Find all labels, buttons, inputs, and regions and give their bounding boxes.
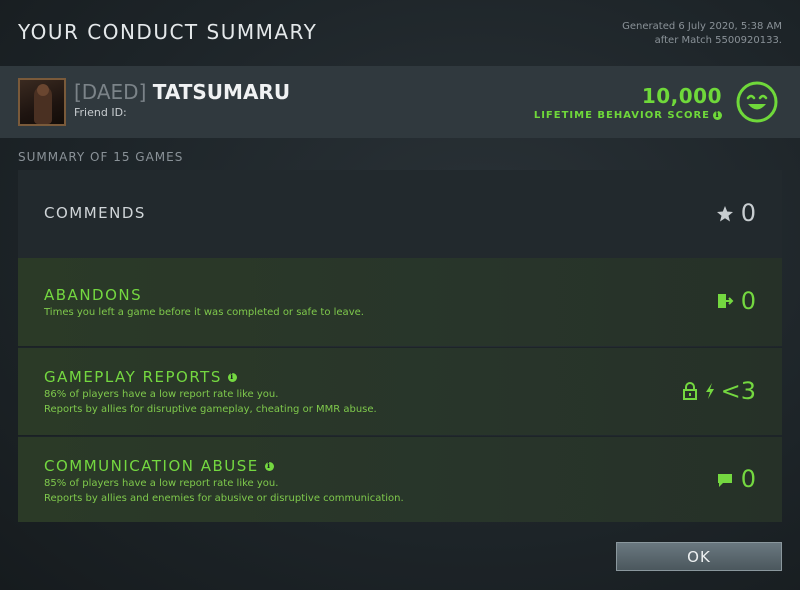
abandons-card: ABANDONS Times you left a game before it… xyxy=(18,258,782,346)
communication-abuse-card: COMMUNICATION ABUSE 85% of players have … xyxy=(18,436,782,522)
chat-bubble-icon xyxy=(718,474,732,487)
gameplay-reports-value: <3 xyxy=(720,377,756,405)
communication-abuse-title-text: COMMUNICATION ABUSE xyxy=(44,457,259,475)
lock-icon xyxy=(683,382,697,400)
gameplay-reports-desc-2: Reports by allies for disruptive gamepla… xyxy=(44,404,377,415)
gameplay-reports-card: GAMEPLAY REPORTS 86% of players have a l… xyxy=(18,347,782,435)
info-icon[interactable] xyxy=(264,460,274,471)
abandons-value: 0 xyxy=(740,287,756,315)
conduct-summary-dialog: YOUR CONDUCT SUMMARY Generated 6 July 20… xyxy=(0,0,800,590)
summary-label: SUMMARY OF 15 GAMES xyxy=(18,150,184,164)
communication-abuse-desc-1: 85% of players have a low report rate li… xyxy=(44,478,279,489)
communication-abuse-title: COMMUNICATION ABUSE xyxy=(44,457,274,475)
exit-door-icon xyxy=(718,294,734,308)
lightning-icon xyxy=(706,383,714,399)
gameplay-reports-title: GAMEPLAY REPORTS xyxy=(44,368,237,386)
commends-card: COMMENDS 0 xyxy=(18,170,782,258)
player-name: [DAED] TATSUMARU xyxy=(74,80,290,104)
player-name-text: TATSUMARU xyxy=(152,80,291,104)
dialog-header: YOUR CONDUCT SUMMARY Generated 6 July 20… xyxy=(0,0,800,66)
star-icon xyxy=(717,206,733,222)
abandons-title: ABANDONS xyxy=(44,286,143,304)
guild-tag: [DAED] xyxy=(74,80,147,104)
behavior-score-label: LIFETIME BEHAVIOR SCORE xyxy=(533,109,722,121)
gameplay-reports-desc-1: 86% of players have a low report rate li… xyxy=(44,389,279,400)
smiley-icon xyxy=(736,81,778,123)
ok-button[interactable]: OK xyxy=(616,542,782,571)
communication-abuse-value: 0 xyxy=(740,465,756,493)
info-icon[interactable] xyxy=(713,109,722,120)
friend-id-label: Friend ID: xyxy=(74,106,127,119)
behavior-score-label-text: LIFETIME BEHAVIOR SCORE xyxy=(533,110,710,121)
generated-info: Generated 6 July 2020, 5:38 AM after Mat… xyxy=(622,20,782,48)
generated-match: after Match 5500920133. xyxy=(654,35,782,46)
dialog-title: YOUR CONDUCT SUMMARY xyxy=(18,20,318,44)
avatar xyxy=(18,78,66,126)
generated-date: Generated 6 July 2020, 5:38 AM xyxy=(622,21,782,32)
commends-value: 0 xyxy=(740,199,756,227)
commends-title: COMMENDS xyxy=(44,204,146,222)
behavior-score: 10,000 xyxy=(641,84,722,108)
gameplay-reports-title-text: GAMEPLAY REPORTS xyxy=(44,368,222,386)
communication-abuse-desc-2: Reports by allies and enemies for abusiv… xyxy=(44,493,404,504)
info-icon[interactable] xyxy=(227,371,237,382)
abandons-desc: Times you left a game before it was comp… xyxy=(44,307,364,318)
